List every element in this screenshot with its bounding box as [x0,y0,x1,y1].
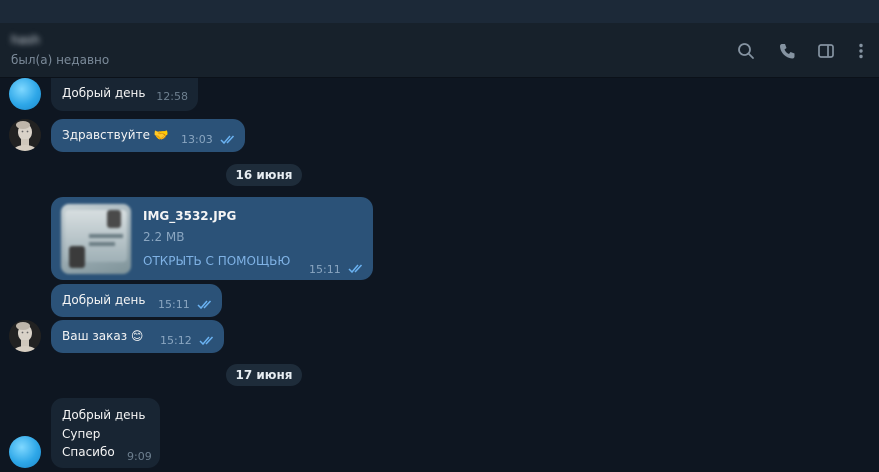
message-time: 12:58 [156,90,188,103]
peer-status: был(а) недавно [11,53,110,67]
avatar[interactable] [9,119,41,151]
message-text: Добрый день [62,86,146,100]
file-message-bubble[interactable]: IMG_3532.JPG 2.2 MB ОТКРЫТЬ С ПОМОЩЬЮ 15… [51,197,373,280]
message-bubble[interactable]: Добрый день 12:58 [51,78,198,111]
phone-icon[interactable] [776,40,798,62]
message-time: 15:11 [309,263,341,276]
open-with-link[interactable]: ОТКРЫТЬ С ПОМОЩЬЮ [143,254,290,268]
date-separator: 17 июня [226,364,302,386]
message-text: Добрый день [62,293,146,307]
file-thumbnail[interactable] [61,204,131,274]
message-bubble[interactable]: Здравствуйте 🤝 13:03 [51,119,245,152]
avatar[interactable] [9,78,41,110]
window-titlebar [0,0,879,23]
more-vertical-icon[interactable] [850,40,872,62]
file-size: 2.2 MB [143,230,185,244]
double-check-icon [197,300,215,310]
message-bubble[interactable]: Ваш заказ 😊 15:12 [51,320,224,353]
message-line: Добрый день [62,408,146,422]
double-check-icon [220,135,238,145]
message-time: 13:03 [181,133,213,146]
sidebar-toggle-icon[interactable] [815,40,837,62]
double-check-icon [348,264,366,274]
message-line: Спасибо [62,445,115,459]
file-name: IMG_3532.JPG [143,209,237,223]
search-icon[interactable] [735,40,757,62]
message-bubble[interactable]: Добрый день 15:11 [51,284,222,317]
avatar[interactable] [9,436,41,468]
double-check-icon [199,336,217,346]
message-time: 15:11 [158,298,190,311]
message-time: 15:12 [160,334,192,347]
avatar[interactable] [9,320,41,352]
message-line: Супер [62,427,101,441]
date-separator: 16 июня [226,164,302,186]
message-bubble[interactable]: Добрый день Супер Спасибо 9:09 [51,398,160,468]
chat-header: hash был(а) недавно [0,23,879,78]
peer-name[interactable]: hash [11,33,47,47]
message-text: Здравствуйте 🤝 [62,128,169,142]
message-text: Ваш заказ 😊 [62,329,144,343]
message-time: 9:09 [127,450,152,463]
